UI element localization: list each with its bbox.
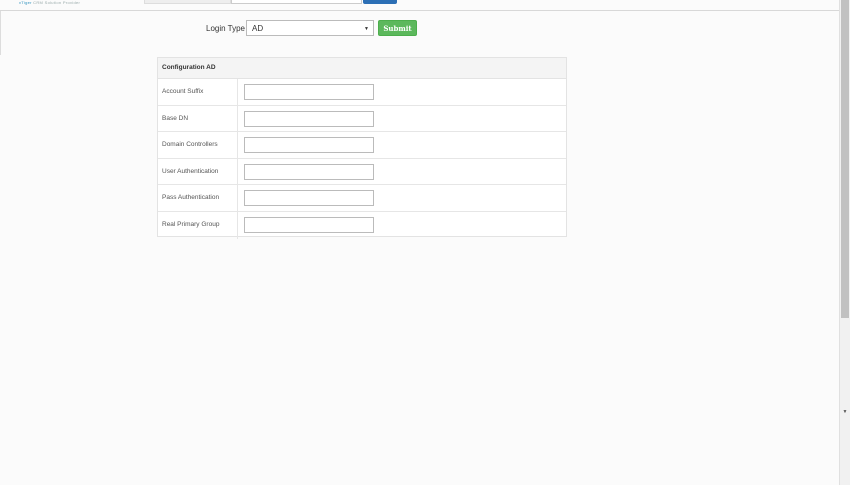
dropdown-arrow-icon: ▼	[364, 26, 369, 32]
login-type-label: Login Type	[206, 24, 245, 33]
config-row-base-dn: Base DN	[158, 105, 566, 133]
base-dn-label: Base DN	[158, 105, 238, 132]
scrollbar-thumb[interactable]	[841, 0, 849, 318]
left-divider	[0, 11, 1, 55]
config-row-user-authentication: User Authentication	[158, 158, 566, 186]
user-authentication-input[interactable]	[244, 163, 374, 180]
config-row-domain-controllers: Domain Controllers	[158, 132, 566, 159]
submit-button[interactable]: Submit	[378, 20, 417, 36]
scroll-down-arrow-icon[interactable]: ▼	[842, 408, 848, 416]
base-dn-input[interactable]	[244, 110, 374, 127]
config-row-real-primary-group: Real Primary Group	[158, 211, 566, 239]
vertical-scrollbar[interactable]: ▼	[839, 0, 850, 485]
real-primary-group-input[interactable]	[244, 216, 374, 233]
login-type-value: AD	[252, 24, 264, 33]
header-search-button[interactable]	[363, 0, 397, 4]
top-header: vTiger CRM Solution Provider	[0, 0, 840, 11]
account-suffix-label: Account Suffix	[158, 79, 238, 105]
login-type-select[interactable]: AD ▼	[246, 20, 374, 36]
header-search-input[interactable]	[231, 0, 362, 4]
domain-controllers-input[interactable]	[244, 137, 374, 154]
pass-authentication-input[interactable]	[244, 190, 374, 207]
real-primary-group-label: Real Primary Group	[158, 211, 238, 239]
config-row-account-suffix: Account Suffix	[158, 79, 566, 106]
pass-authentication-label: Pass Authentication	[158, 185, 238, 211]
header-search-scope[interactable]	[144, 0, 231, 4]
brand-logo: vTiger CRM Solution Provider	[19, 0, 81, 5]
config-row-pass-authentication: Pass Authentication	[158, 185, 566, 212]
configuration-title: Configuration AD	[158, 58, 566, 79]
user-authentication-label: User Authentication	[158, 158, 238, 185]
configuration-table: Configuration AD Account Suffix Base DN …	[157, 57, 567, 239]
account-suffix-input[interactable]	[244, 84, 374, 100]
domain-controllers-label: Domain Controllers	[158, 132, 238, 158]
